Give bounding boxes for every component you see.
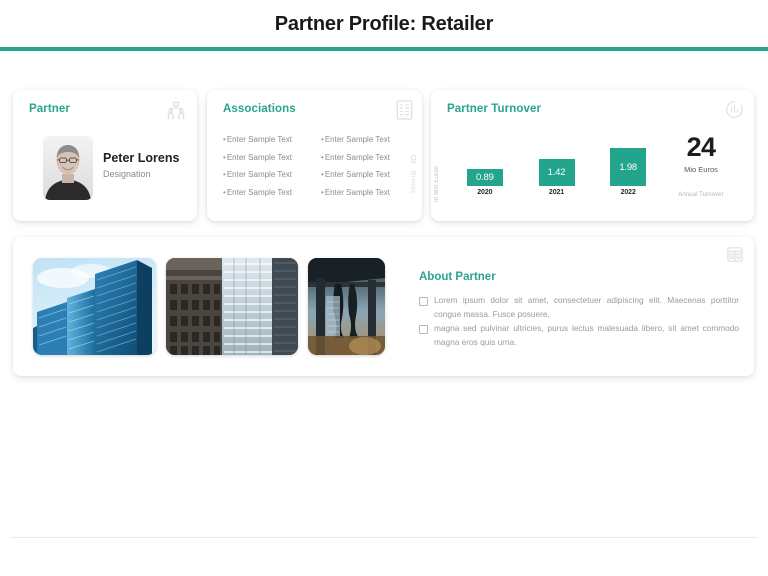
partner-card-title: Partner [29,103,70,115]
bullet-dot: • [321,135,324,144]
about-partner-bullets: Lorem ipsum dolor sit amet, consectetuer… [419,294,739,350]
bar-value: 1.42 [538,159,575,186]
photo-gallery [33,258,385,355]
kpi-value: 24 [686,132,716,162]
list-item-label: Enter Sample Text [324,135,391,144]
partner-name: Peter Lorens [103,151,180,165]
list-item-label: Enter Sample Text [226,187,293,197]
list-item[interactable]: magna sed pulvinar ultricies, purus lect… [419,322,739,349]
kpi-unit: Mio Euros [684,165,718,174]
associations-card-title: Associations [223,103,296,115]
list-item[interactable]: •Enter Sample Text [223,149,309,167]
annual-turnover-kpi: 24 Mio Euros Annual Turnover [662,132,740,199]
header-accent-bar [0,47,768,51]
bullet-dot: • [321,187,324,197]
brands-side-tab[interactable]: Brands [406,150,420,193]
associations-card[interactable]: Associations •Enter Sample Text •Enter S… [207,90,422,221]
list-item[interactable]: •Enter Sample Text [223,131,309,149]
partner-turnover-card[interactable]: Partner Turnover In Mio Euros 0.89 2020 … [431,90,754,221]
list-item[interactable]: •Enter Sample Text [321,184,407,202]
list-item[interactable]: •Enter Sample Text [321,131,407,149]
checkbox-icon [419,325,428,334]
list-item-label: Enter Sample Text [324,170,391,179]
bar-group[interactable]: 0.89 2020 [449,134,521,196]
bullet-dot: • [223,152,226,162]
partner-designation: Designation [103,169,151,179]
bar-group[interactable]: 1.98 2022 [592,134,664,196]
bar-chart-circle-icon [725,100,744,124]
list-item-label: Enter Sample Text [324,187,391,197]
bullet-dot: • [321,170,324,179]
bar-group[interactable]: 1.42 2021 [521,134,593,196]
list-item[interactable]: •Enter Sample Text [321,166,407,184]
list-item-label: Enter Sample Text [226,170,293,179]
list-item[interactable]: Lorem ipsum dolor sit amet, consectetuer… [419,294,739,321]
list-item-label: Enter Sample Text [226,135,293,144]
chart-bars: 0.89 2020 1.42 2021 1.98 2022 [449,134,664,196]
associations-column-left: •Enter Sample Text •Enter Sample Text •E… [223,131,309,201]
slide-canvas: Partner Profile: Retailer Partner Peter … [0,0,768,576]
gallery-image[interactable] [308,258,385,355]
bar-category-label: 2022 [620,189,636,196]
associations-columns: •Enter Sample Text •Enter Sample Text •E… [223,131,407,201]
footer-divider [10,537,758,538]
avatar [43,136,93,200]
window-layout-icon [727,247,743,267]
bar-category-label: 2020 [477,189,493,196]
list-item[interactable]: •Enter Sample Text [321,149,407,167]
brand-tag-icon [409,150,418,168]
bullet-dot: • [223,135,226,144]
chart-y-axis-label: In Mio Euros [434,165,440,202]
kpi-caption: Annual Turnover [678,192,724,198]
gallery-image[interactable] [33,258,156,355]
org-chart-people-icon [166,101,186,126]
associations-column-right: •Enter Sample Text •Enter Sample Text •E… [321,131,407,201]
list-item-label: Lorem ipsum dolor sit amet, consectetuer… [434,295,739,319]
turnover-bar-chart: 0.89 2020 1.42 2021 1.98 2022 [449,128,664,214]
list-item-label: Enter Sample Text [226,152,293,162]
bar-value: 1.98 [610,148,647,186]
list-item-label: Enter Sample Text [324,152,391,162]
bar-category-label: 2021 [548,189,565,196]
bar-value: 0.89 [466,169,503,186]
list-item[interactable]: •Enter Sample Text [223,184,309,202]
list-document-icon [396,100,413,125]
bullet-dot: • [321,152,324,162]
checkbox-icon [419,297,428,306]
about-partner-card[interactable]: About Partner Lorem ipsum dolor sit amet… [13,237,754,376]
bullet-dot: • [223,187,226,197]
gallery-image[interactable] [166,258,298,355]
brands-side-tab-label: Brands [409,171,417,194]
bullet-dot: • [223,170,226,179]
page-title: Partner Profile: Retailer [274,13,494,35]
about-partner-title: About Partner [419,271,496,283]
list-item-label: magna sed pulvinar ultricies, purus lect… [434,323,739,347]
list-item[interactable]: •Enter Sample Text [223,166,309,184]
partner-card[interactable]: Partner Peter Lorens Designation [13,90,197,221]
turnover-card-title: Partner Turnover [447,103,542,115]
